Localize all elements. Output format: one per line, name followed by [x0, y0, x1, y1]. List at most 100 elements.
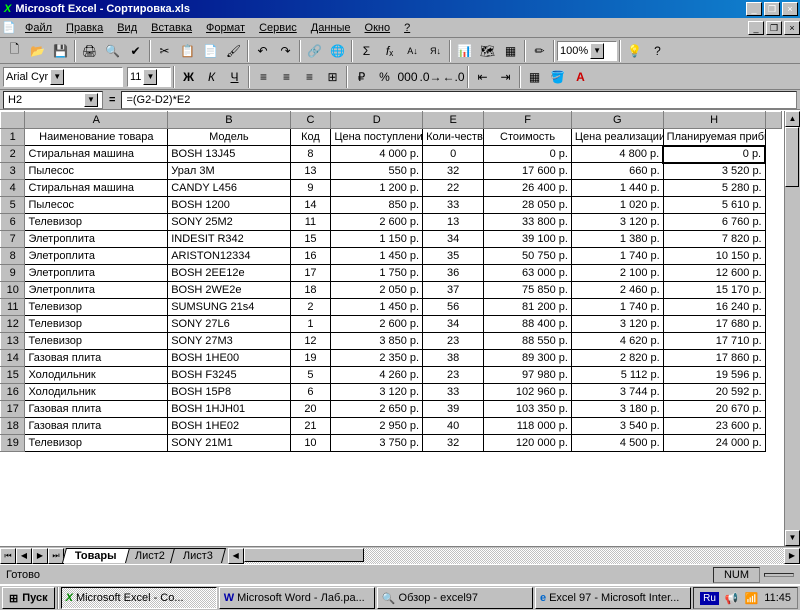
spelling-button[interactable]: ✔: [124, 40, 147, 62]
row-header[interactable]: 7: [1, 231, 25, 248]
cell[interactable]: 4 620 р.: [571, 333, 663, 350]
cell[interactable]: ARISTON12334: [168, 248, 290, 265]
row-header[interactable]: 10: [1, 282, 25, 299]
cell[interactable]: Телевизор: [25, 214, 168, 231]
cell[interactable]: 56: [423, 299, 484, 316]
system-tray[interactable]: Ru 📢 📶 11:45: [693, 587, 798, 609]
save-button[interactable]: 💾: [49, 40, 72, 62]
print-button[interactable]: 🖨: [78, 40, 101, 62]
header-cell[interactable]: Модель: [168, 129, 290, 146]
row-header[interactable]: 11: [1, 299, 25, 316]
cell[interactable]: 3 520 р.: [663, 163, 765, 180]
cell[interactable]: 7 820 р.: [663, 231, 765, 248]
map-button[interactable]: 🗺: [476, 40, 499, 62]
sort-desc-button[interactable]: Я↓: [424, 40, 447, 62]
minimize-button[interactable]: _: [746, 2, 762, 16]
cell[interactable]: 3 120 р.: [331, 384, 423, 401]
hscroll-thumb[interactable]: [244, 548, 364, 562]
cell[interactable]: 1 740 р.: [571, 299, 663, 316]
vertical-scrollbar[interactable]: ▲ ▼: [784, 111, 800, 546]
cell[interactable]: 5: [290, 367, 331, 384]
cell[interactable]: 12 600 р.: [663, 265, 765, 282]
cell[interactable]: 50 750 р.: [484, 248, 572, 265]
cell[interactable]: 20: [290, 401, 331, 418]
cut-button[interactable]: ✂: [153, 40, 176, 62]
cell[interactable]: 15 170 р.: [663, 282, 765, 299]
row-header[interactable]: 4: [1, 180, 25, 197]
cell[interactable]: 89 300 р.: [484, 350, 572, 367]
align-right-button[interactable]: ≡: [298, 66, 321, 88]
cell[interactable]: 4 260 р.: [331, 367, 423, 384]
increase-indent-button[interactable]: ⇥: [494, 66, 517, 88]
cell[interactable]: Элетроплита: [25, 282, 168, 299]
close-button[interactable]: ×: [782, 2, 798, 16]
underline-button[interactable]: Ч: [223, 66, 246, 88]
cell[interactable]: 6 760 р.: [663, 214, 765, 231]
cell[interactable]: Холодильник: [25, 367, 168, 384]
task-word[interactable]: WMicrosoft Word - Лаб.ра...: [219, 587, 375, 609]
row-header[interactable]: 6: [1, 214, 25, 231]
cell[interactable]: 1 150 р.: [331, 231, 423, 248]
menu-help[interactable]: ?: [397, 20, 417, 36]
cell[interactable]: Телевизор: [25, 435, 168, 452]
restore-button[interactable]: ❐: [764, 2, 780, 16]
cell[interactable]: 3 744 р.: [571, 384, 663, 401]
cell[interactable]: Телевизор: [25, 333, 168, 350]
cell[interactable]: 17 860 р.: [663, 350, 765, 367]
menu-edit[interactable]: Правка: [59, 20, 110, 36]
bold-button[interactable]: Ж: [177, 66, 200, 88]
task-excel[interactable]: XMicrosoft Excel - Со...: [61, 587, 217, 609]
row-header[interactable]: 15: [1, 367, 25, 384]
assistant-button[interactable]: 💡: [623, 40, 646, 62]
cell[interactable]: 2 460 р.: [571, 282, 663, 299]
cell[interactable]: 3 120 р.: [571, 316, 663, 333]
document-icon[interactable]: 📄: [0, 21, 18, 34]
cell[interactable]: 1 750 р.: [331, 265, 423, 282]
sheet-tab-3[interactable]: Лист3: [170, 548, 226, 563]
cell[interactable]: 33: [423, 197, 484, 214]
cell[interactable]: Элетроплита: [25, 231, 168, 248]
col-header-c[interactable]: C: [290, 112, 331, 129]
cell[interactable]: 14: [290, 197, 331, 214]
scroll-left-button[interactable]: ◀: [228, 548, 244, 564]
cell[interactable]: Пылесос: [25, 163, 168, 180]
cell[interactable]: SONY 27M3: [168, 333, 290, 350]
sheet-tab-1[interactable]: Товары: [62, 548, 130, 563]
cell[interactable]: 20 670 р.: [663, 401, 765, 418]
col-header-b[interactable]: B: [168, 112, 290, 129]
scroll-down-button[interactable]: ▼: [785, 530, 800, 546]
cell[interactable]: 23 600 р.: [663, 418, 765, 435]
sort-asc-button[interactable]: А↓: [401, 40, 424, 62]
cell[interactable]: 3 750 р.: [331, 435, 423, 452]
col-header-g[interactable]: G: [571, 112, 663, 129]
col-header-e[interactable]: E: [423, 112, 484, 129]
currency-button[interactable]: ₽: [350, 66, 373, 88]
scroll-up-button[interactable]: ▲: [785, 111, 800, 127]
cell[interactable]: 1 440 р.: [571, 180, 663, 197]
cell[interactable]: 17: [290, 265, 331, 282]
vscroll-thumb[interactable]: [785, 127, 799, 187]
menu-insert[interactable]: Вставка: [144, 20, 199, 36]
menu-window[interactable]: Окно: [358, 20, 398, 36]
row-header[interactable]: 5: [1, 197, 25, 214]
decrease-decimal-button[interactable]: ←.0: [442, 66, 465, 88]
paste-button[interactable]: 📄: [199, 40, 222, 62]
cell[interactable]: 28 050 р.: [484, 197, 572, 214]
cell[interactable]: 3 180 р.: [571, 401, 663, 418]
align-left-button[interactable]: ≡: [252, 66, 275, 88]
cell[interactable]: Телевизор: [25, 316, 168, 333]
cell[interactable]: SONY 21M1: [168, 435, 290, 452]
cell[interactable]: 33 800 р.: [484, 214, 572, 231]
autosum-button[interactable]: Σ: [355, 40, 378, 62]
header-cell[interactable]: Цена реализации: [571, 129, 663, 146]
row-header[interactable]: 14: [1, 350, 25, 367]
cell[interactable]: 12: [290, 333, 331, 350]
cell[interactable]: 1 380 р.: [571, 231, 663, 248]
cell[interactable]: BOSH 15P8: [168, 384, 290, 401]
cell[interactable]: 2 350 р.: [331, 350, 423, 367]
cell[interactable]: BOSH 13J45: [168, 146, 290, 163]
cell[interactable]: 850 р.: [331, 197, 423, 214]
cell[interactable]: 19 596 р.: [663, 367, 765, 384]
cell[interactable]: 2 600 р.: [331, 214, 423, 231]
cell[interactable]: Стиральная машина: [25, 146, 168, 163]
